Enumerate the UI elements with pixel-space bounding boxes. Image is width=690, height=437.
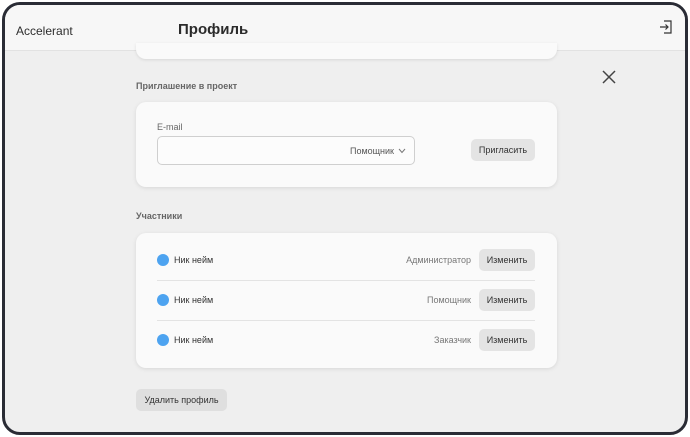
member-row: Ник нейм Заказчик Изменить [157,320,535,360]
member-name: Ник нейм [174,335,214,345]
member-role: Заказчик [434,335,471,345]
email-label: E-mail [157,122,183,132]
role-select-value: Помощник [349,146,394,156]
email-field[interactable]: Помощник [157,136,415,165]
avatar [157,334,169,346]
invite-section-title: Приглашение в проект [136,81,238,91]
invite-card: E-mail Помощник Пригласить [136,102,557,187]
member-name: Ник нейм [174,295,214,305]
change-role-button[interactable]: Изменить [479,249,535,271]
member-row: Ник нейм Помощник Изменить [157,280,535,320]
member-name: Ник нейм [174,255,214,265]
members-card: Ник нейм Администратор Изменить Ник нейм… [136,233,557,368]
chevron-down-icon [398,148,406,154]
logout-icon[interactable] [659,20,673,34]
member-role: Помощник [426,295,471,305]
change-role-button[interactable]: Изменить [479,289,535,311]
app-window: Accelerant Профиль Приглашение в проект … [2,2,688,435]
member-row: Ник нейм Администратор Изменить [157,240,535,280]
brand-name: Accelerant [16,24,73,38]
role-select[interactable]: Помощник [350,146,406,156]
profile-card-bottom [136,43,557,59]
page-title: Профиль [178,21,249,38]
avatar [157,294,169,306]
delete-profile-button[interactable]: Удалить профиль [136,389,227,411]
member-role: Администратор [406,255,471,265]
members-section-title: Участники [136,211,183,221]
close-icon[interactable] [601,69,617,85]
change-role-button[interactable]: Изменить [479,329,535,351]
avatar [157,254,169,266]
invite-button[interactable]: Пригласить [471,139,535,161]
